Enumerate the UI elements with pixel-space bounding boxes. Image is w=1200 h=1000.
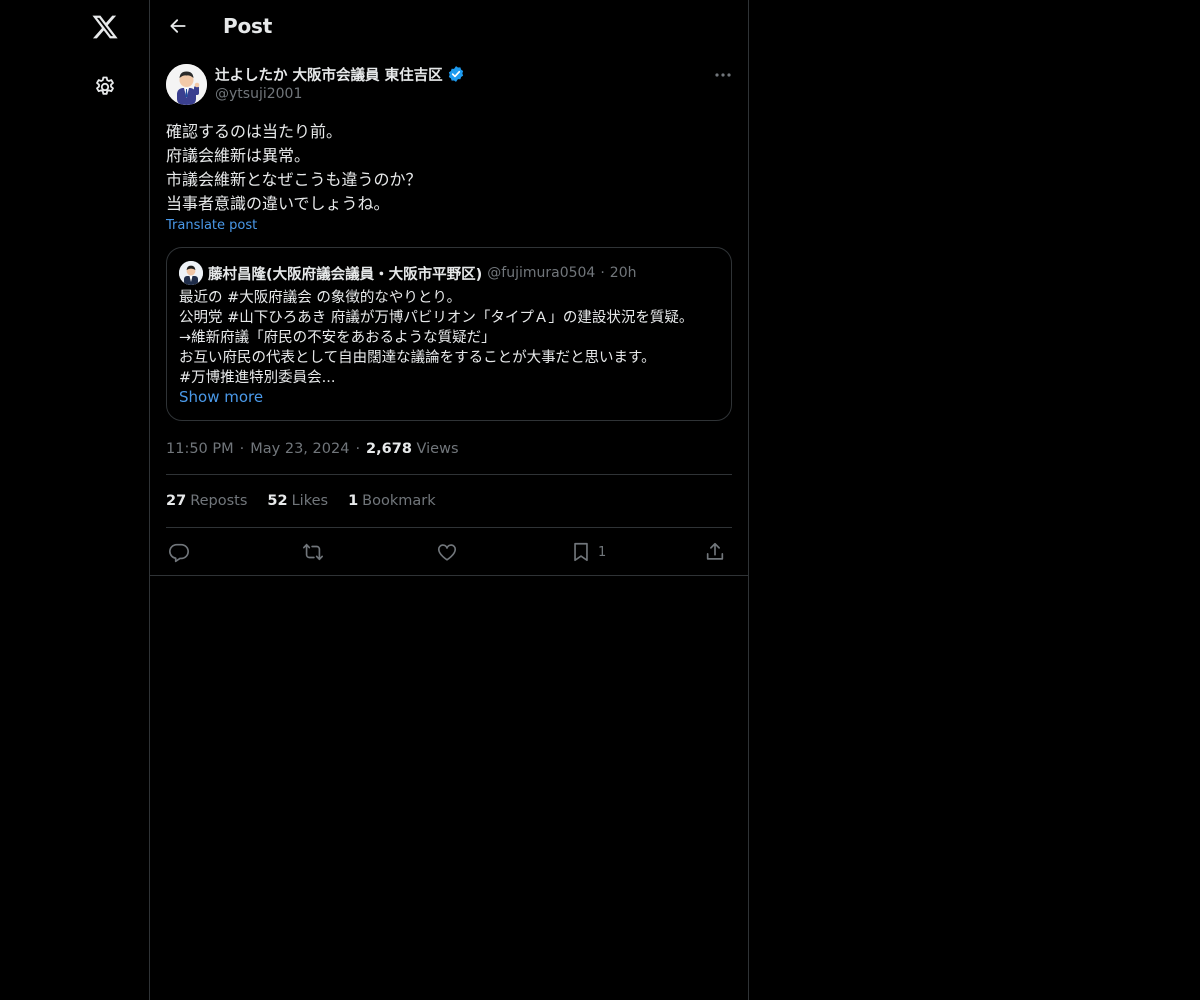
translate-post-link[interactable]: Translate post <box>166 218 257 233</box>
quoted-post-card[interactable]: 藤村昌隆(大阪府議会議員・大阪市平野区) @fujimura0504 · 20h… <box>166 247 732 421</box>
likes-count: 52 <box>267 493 288 509</box>
reposts-label: Reposts <box>190 493 248 509</box>
quoted-author-name: 藤村昌隆(大阪府議会議員・大阪市平野区) <box>208 266 483 283</box>
like-button[interactable] <box>436 537 458 567</box>
bookmark-count: 1 <box>598 544 607 560</box>
author-name[interactable]: 辻よしたか 大阪市会議員 東住吉区 <box>215 64 465 84</box>
author-handle[interactable]: @ytsuji2001 <box>215 86 302 102</box>
reply-button[interactable] <box>168 537 190 567</box>
settings-button[interactable] <box>80 62 130 112</box>
show-more-link[interactable]: Show more <box>179 388 263 406</box>
verified-badge-icon <box>448 66 463 82</box>
engagement-stats: 27 Reposts 52 Likes 1 Bookmark <box>166 491 436 511</box>
author-name-text: 辻よしたか 大阪市会議員 東住吉区 <box>215 67 443 84</box>
page-title: Post <box>223 14 273 38</box>
views-label: Views <box>416 441 459 457</box>
post-text: 確認するのは当たり前。 府議会維新は異常。 市議会維新となぜこうも違うのか？ 当… <box>166 120 732 216</box>
author-avatar-image <box>166 64 207 105</box>
quoted-line: →維新府議「府民の不安をあおるような質疑だ」 <box>179 330 496 346</box>
quoted-timestamp: 20h <box>609 265 637 281</box>
more-horizontal-icon <box>715 73 731 77</box>
bookmark-button[interactable]: 1 <box>570 537 606 567</box>
divider <box>150 575 748 576</box>
bookmarks-count: 1 <box>348 493 359 509</box>
post-time[interactable]: 11:50 PM <box>166 441 234 457</box>
reply-icon <box>169 543 189 563</box>
share-button[interactable] <box>704 537 726 567</box>
quoted-author-avatar <box>179 261 203 285</box>
x-logo-button[interactable] <box>80 2 130 52</box>
reposts-stat[interactable]: 27 Reposts <box>166 493 247 509</box>
bookmark-icon <box>574 542 588 562</box>
meta-separator: · <box>239 441 245 457</box>
quoted-line: #万博推進特別委員会... <box>179 370 336 386</box>
share-icon <box>706 542 724 560</box>
quoted-post-header: 藤村昌隆(大阪府議会議員・大阪市平野区) @fujimura0504 · 20h <box>179 261 636 285</box>
quoted-post-text: 最近の #大阪府議会 の象徴的なやりとり。 公明党 #山下ひろあき 府議が万博パ… <box>179 288 724 388</box>
post-line: 当事者意識の違いでしょうね。 <box>166 194 390 213</box>
arrow-left-icon <box>170 19 186 33</box>
quoted-avatar-image <box>179 261 203 285</box>
quoted-line: 最近の #大阪府議会 の象徴的なやりとり。 <box>179 290 462 306</box>
repost-icon <box>303 543 323 561</box>
bookmarks-label: Bookmark <box>362 493 436 509</box>
post-line: 府議会維新は異常。 <box>166 146 311 165</box>
heart-icon <box>437 544 457 561</box>
main-column: Post 辻よしたか 大阪市会議員 東住吉区 @ytsuji2001 確認するの… <box>149 0 749 1000</box>
quoted-author-handle: @fujimura0504 <box>487 265 596 281</box>
post-line: 市議会維新となぜこうも違うのか？ <box>166 170 422 189</box>
top-bar: Post <box>150 0 748 53</box>
likes-stat[interactable]: 52 Likes <box>267 493 328 509</box>
bookmarks-stat[interactable]: 1 Bookmark <box>348 493 436 509</box>
post-date[interactable]: May 23, 2024 <box>250 441 349 457</box>
quoted-separator: · <box>600 265 605 281</box>
quoted-line: お互い府民の代表として自由闊達な議論をすることが大事だと思います。 <box>179 350 656 366</box>
more-options-button[interactable] <box>708 64 738 86</box>
repost-button[interactable] <box>302 537 324 567</box>
left-nav <box>0 0 150 1000</box>
back-button[interactable] <box>160 8 196 44</box>
meta-separator: · <box>355 441 361 457</box>
x-logo-icon <box>92 15 118 39</box>
views-stat[interactable]: 2,678 Views <box>366 441 458 457</box>
post-line: 確認するのは当たり前。 <box>166 122 343 141</box>
author-avatar[interactable] <box>166 64 207 105</box>
views-count: 2,678 <box>366 441 412 457</box>
quoted-line: 公明党 #山下ひろあき 府議が万博パビリオン「タイプＡ」の建設状況を質疑。 <box>179 310 694 326</box>
divider <box>166 527 732 528</box>
app: Post 辻よしたか 大阪市会議員 東住吉区 @ytsuji2001 確認するの… <box>0 0 1200 1000</box>
divider <box>166 474 732 475</box>
likes-label: Likes <box>291 493 329 509</box>
post-meta: 11:50 PM · May 23, 2024 · 2,678 Views <box>166 439 459 459</box>
gear-icon <box>96 76 114 95</box>
reposts-count: 27 <box>166 493 187 509</box>
